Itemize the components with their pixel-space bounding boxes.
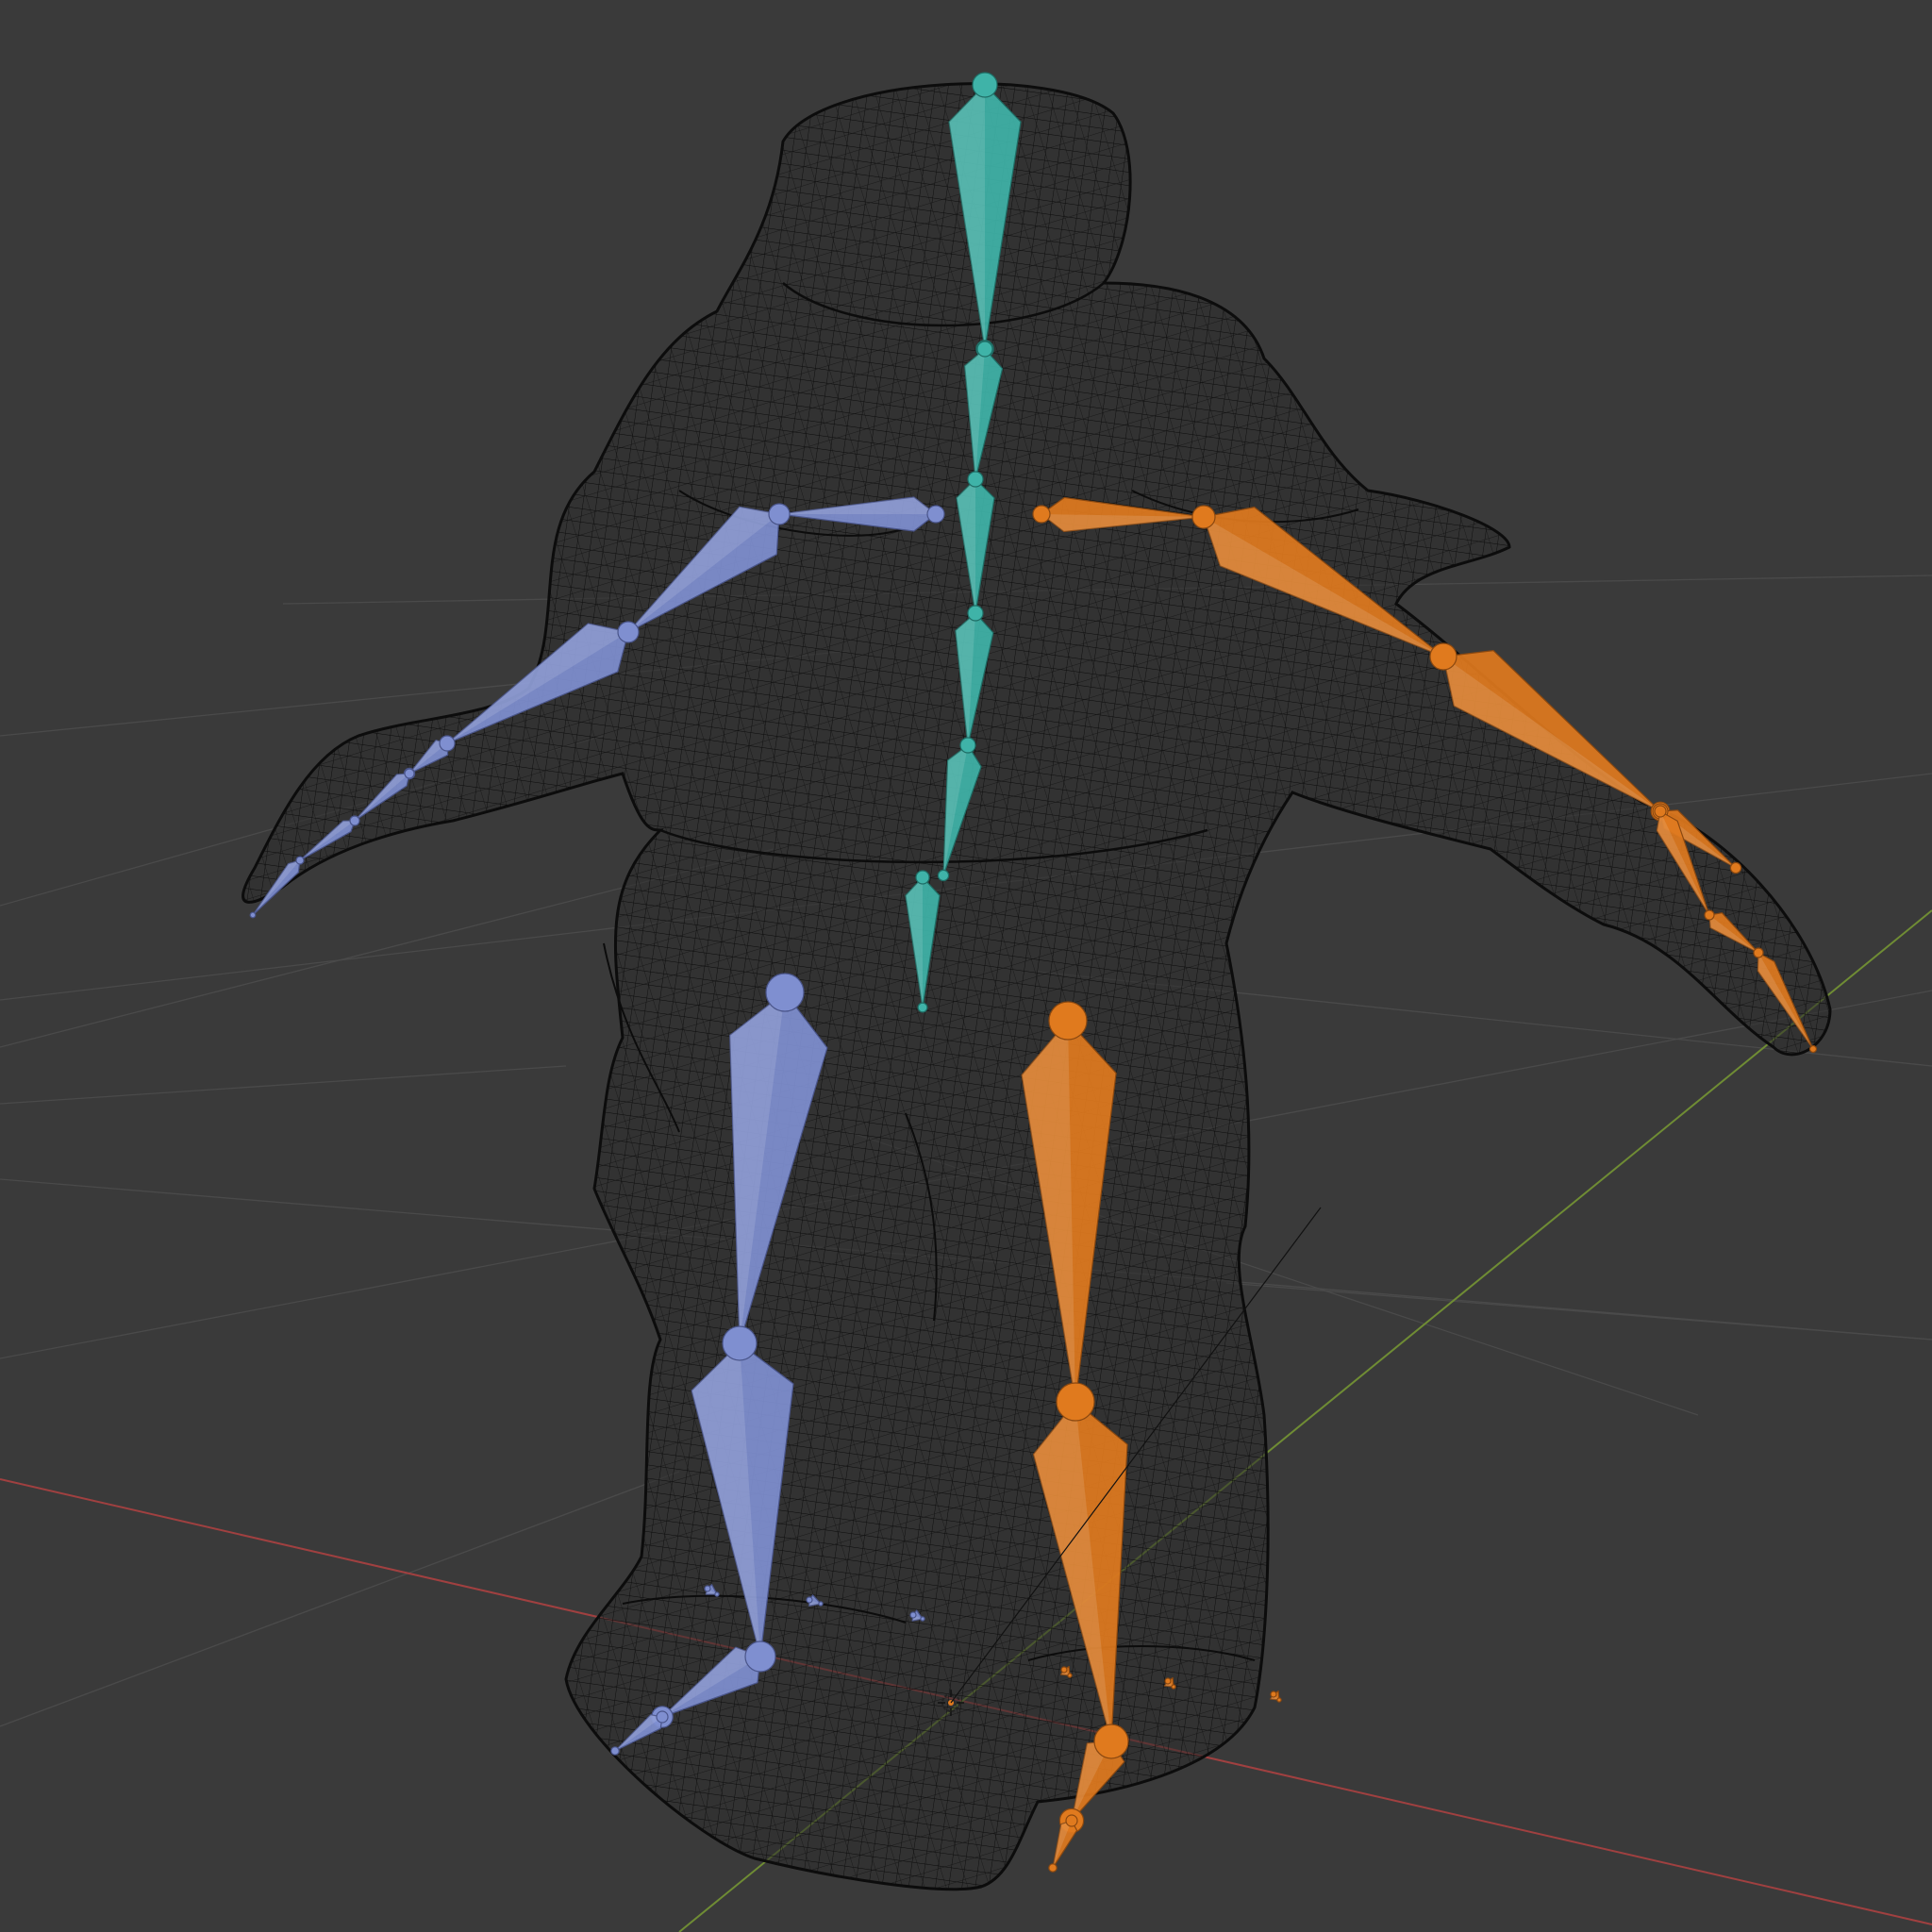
3d-viewport[interactable] — [0, 0, 1932, 1932]
viewport-scene[interactable] — [0, 0, 1932, 1932]
bone-heel-r3[interactable] — [1269, 1690, 1282, 1703]
character-mesh[interactable] — [189, 57, 1887, 1906]
grid-line — [0, 1065, 567, 1105]
bone-toe-r[interactable] — [1048, 1814, 1078, 1873]
